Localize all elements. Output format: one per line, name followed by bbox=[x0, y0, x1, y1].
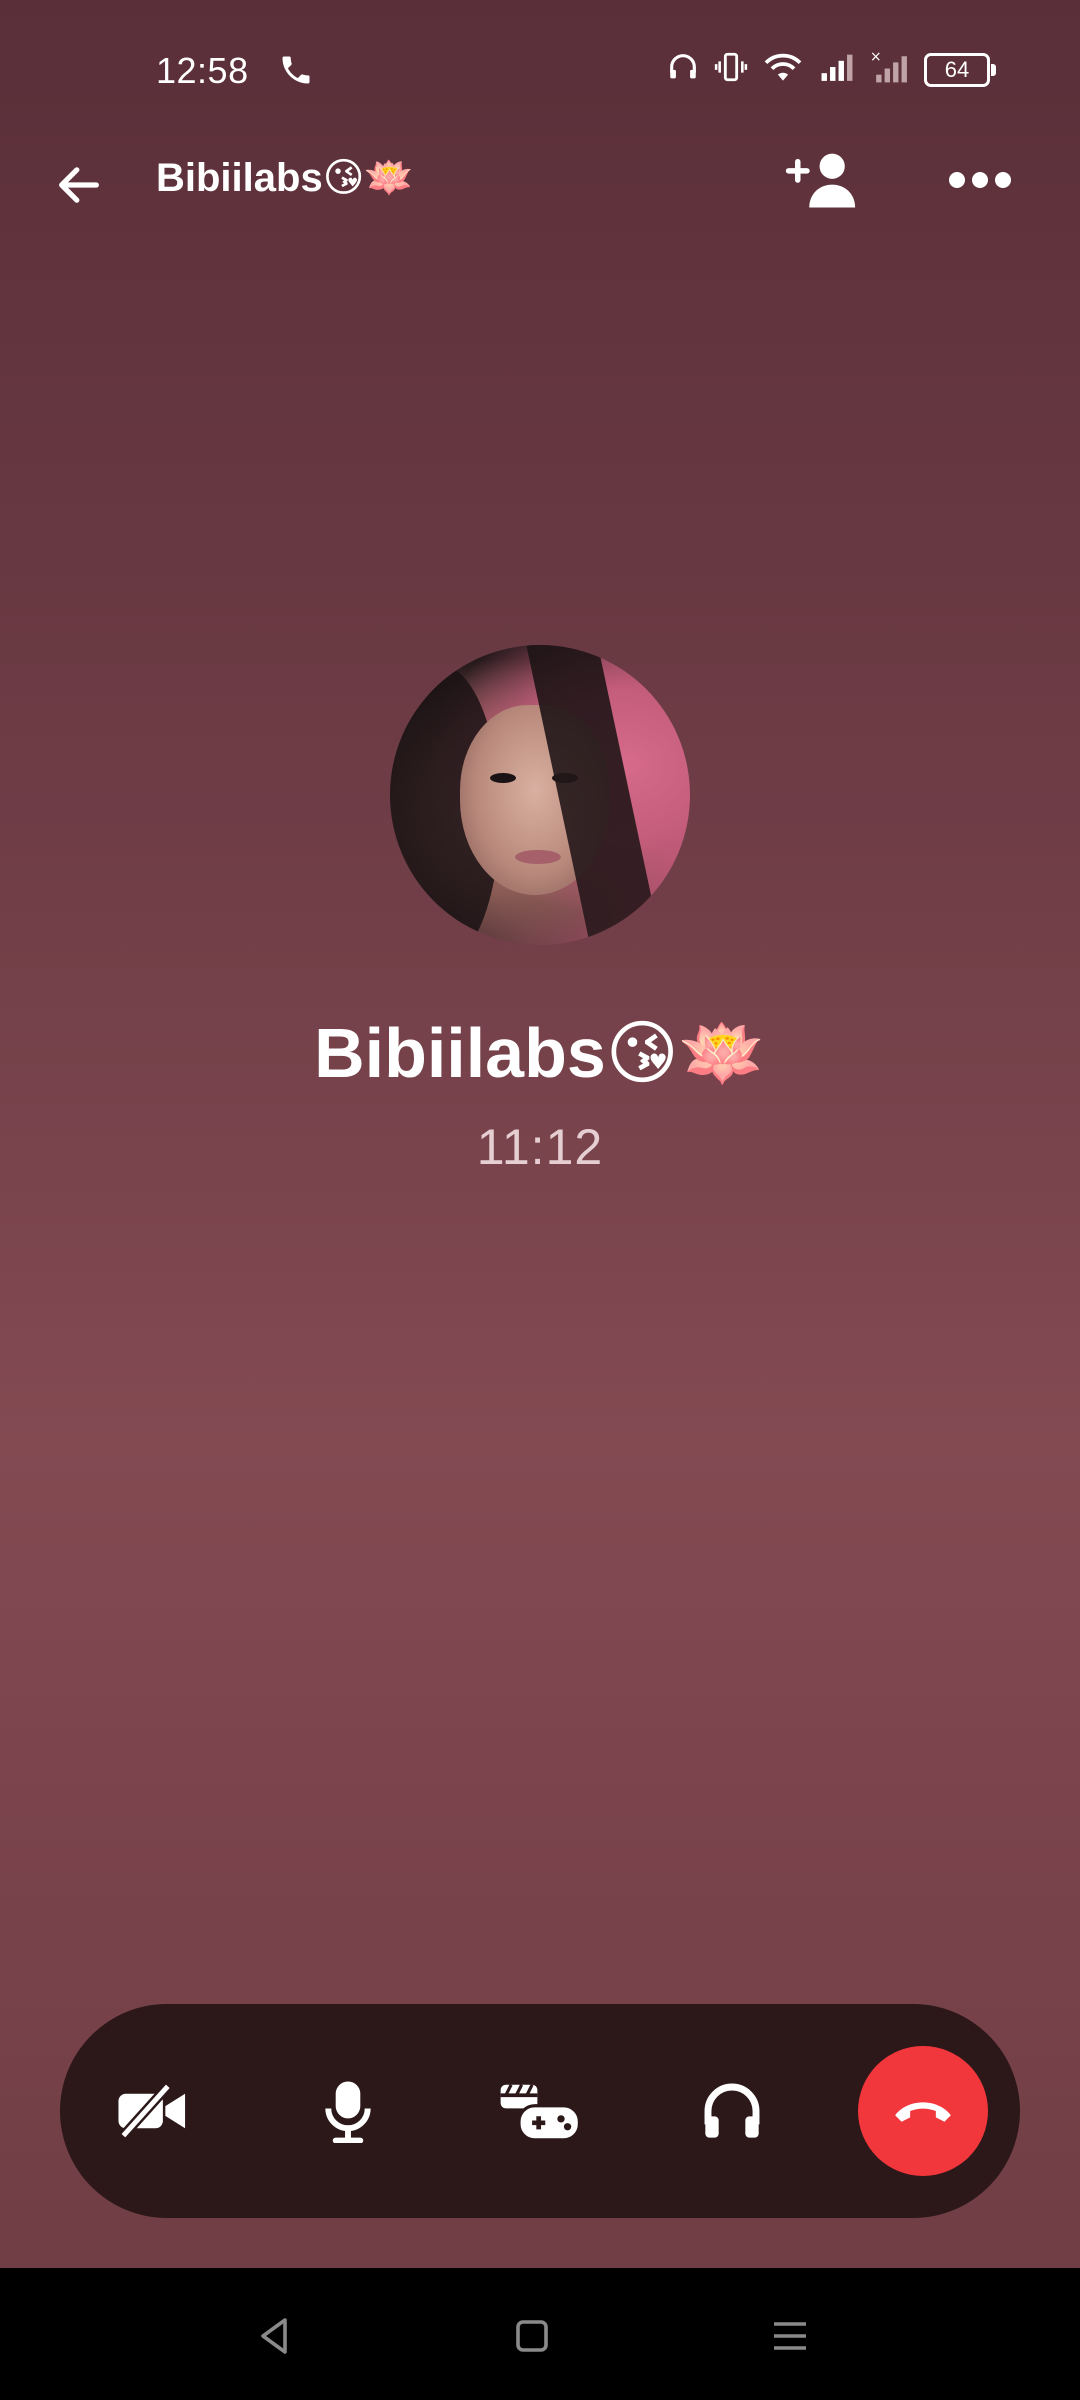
caller-avatar bbox=[390, 645, 690, 945]
headphones-icon bbox=[666, 50, 700, 89]
add-person-button[interactable] bbox=[780, 140, 866, 220]
battery-icon: 64 bbox=[924, 52, 996, 87]
audio-output-button[interactable] bbox=[672, 2051, 792, 2171]
status-icons: × 64 bbox=[666, 48, 996, 91]
games-button[interactable] bbox=[480, 2051, 600, 2171]
more-options-button[interactable] bbox=[940, 140, 1020, 220]
triangle-back-icon bbox=[261, 2318, 287, 2354]
nav-recents-button[interactable] bbox=[760, 2306, 820, 2366]
call-screen: 12:58 × 64 Bibiilabs😘🪷 Bibiilabs😘🪷 11:12 bbox=[0, 0, 1080, 2400]
microphone-icon bbox=[325, 2081, 371, 2143]
nav-back-button[interactable] bbox=[245, 2306, 305, 2366]
menu-recents-icon bbox=[774, 2322, 806, 2350]
status-bar: 12:58 × 64 bbox=[0, 0, 1080, 140]
vibrate-icon bbox=[714, 50, 748, 89]
end-call-button[interactable] bbox=[858, 2046, 988, 2176]
call-header: Bibiilabs😘🪷 bbox=[0, 140, 1080, 250]
header-title: Bibiilabs😘🪷 bbox=[156, 156, 415, 200]
nav-home-button[interactable] bbox=[502, 2306, 562, 2366]
square-home-icon bbox=[516, 2320, 548, 2352]
status-time: 12:58 bbox=[156, 50, 249, 91]
call-duration: 11:12 bbox=[476, 1119, 604, 1175]
video-off-icon bbox=[118, 2083, 186, 2139]
battery-level: 64 bbox=[944, 56, 970, 82]
microphone-button[interactable] bbox=[288, 2051, 408, 2171]
svg-text:×: × bbox=[870, 49, 882, 65]
headphones-icon bbox=[704, 2083, 760, 2138]
phone-hangup-icon bbox=[895, 2102, 951, 2122]
signal-no-service-icon: × bbox=[870, 48, 910, 91]
back-button[interactable] bbox=[44, 150, 114, 220]
phone-call-icon bbox=[278, 52, 314, 93]
call-control-bar bbox=[60, 2004, 1020, 2218]
games-icon bbox=[500, 2084, 581, 2142]
video-toggle-button[interactable] bbox=[93, 2051, 213, 2171]
wifi-icon bbox=[762, 50, 804, 89]
more-horizontal-icon bbox=[949, 172, 1011, 188]
caller-name: Bibiilabs😘🪷 bbox=[314, 1014, 766, 1092]
add-person-icon bbox=[785, 153, 856, 208]
signal-icon bbox=[818, 50, 856, 89]
arrow-left-icon bbox=[59, 167, 99, 203]
system-nav-bar bbox=[0, 2268, 1080, 2400]
